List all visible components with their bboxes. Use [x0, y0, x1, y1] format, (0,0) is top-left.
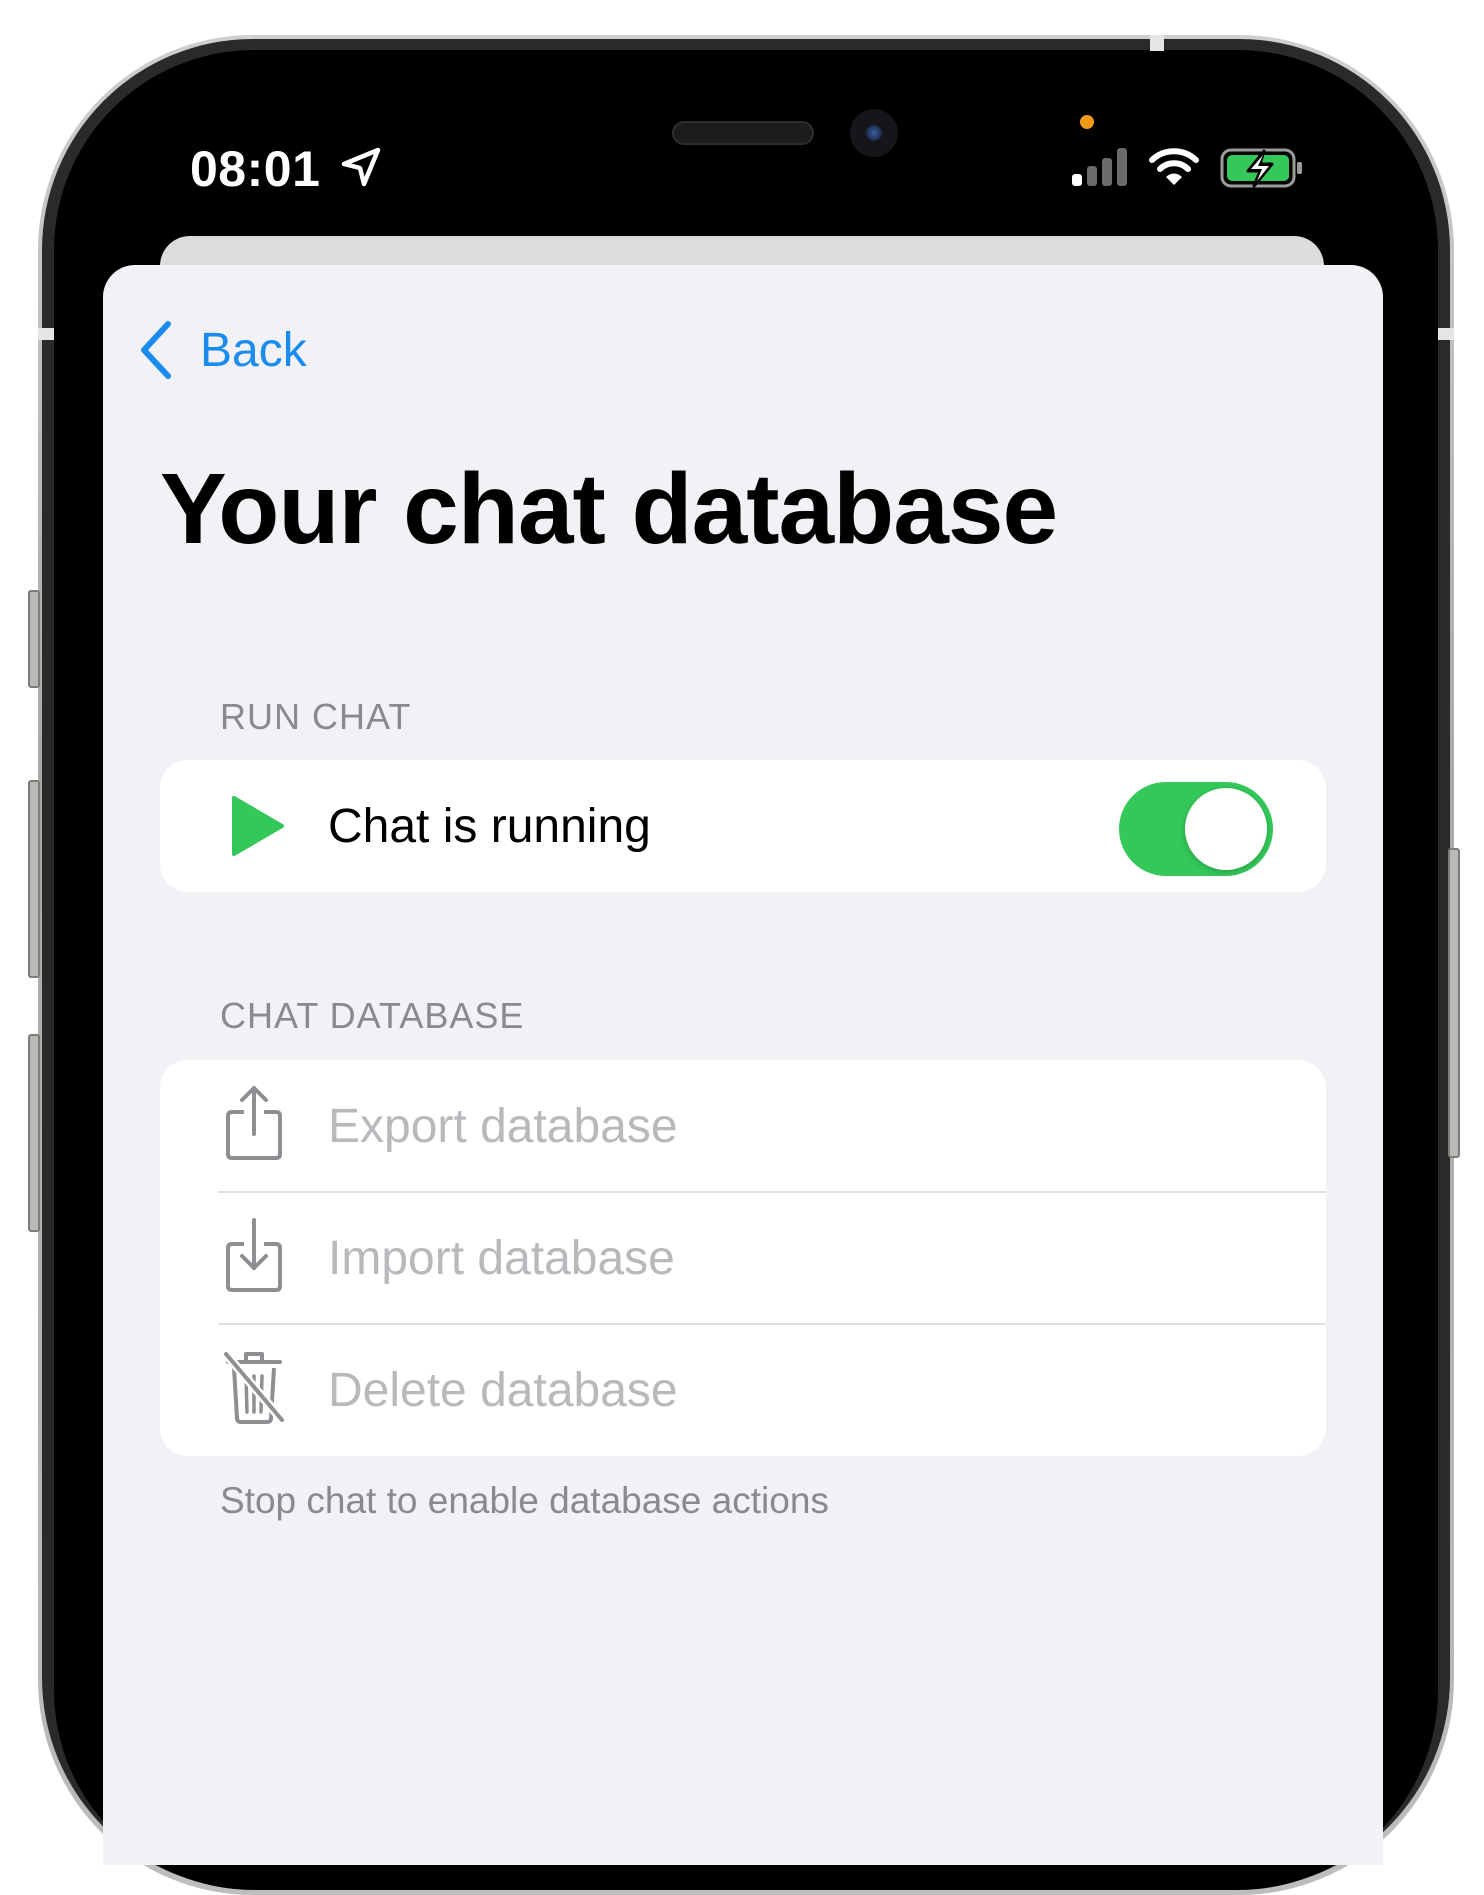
front-camera: [850, 109, 898, 157]
chat-database-card: Export database Import database Delete d…: [160, 1060, 1326, 1456]
antenna-band-right: [1438, 328, 1454, 340]
earpiece-speaker: [672, 121, 814, 145]
import-database-row[interactable]: Import database: [160, 1192, 1326, 1324]
database-actions-footer: Stop chat to enable database actions: [220, 1480, 829, 1521]
antenna-band-left: [38, 328, 54, 340]
chat-running-label: Chat is running: [328, 799, 651, 853]
volume-up-button: [28, 780, 40, 978]
section-header-chat-database: CHAT DATABASE: [220, 995, 525, 1036]
battery-charging-icon: [1220, 148, 1302, 188]
delete-database-row[interactable]: Delete database: [160, 1324, 1326, 1456]
page-title: Your chat database: [160, 453, 1058, 565]
status-time: 08:01: [190, 141, 321, 197]
trash-slash-icon: [222, 1349, 286, 1424]
back-button[interactable]: Back: [136, 318, 307, 382]
chat-running-toggle[interactable]: [1119, 782, 1273, 876]
toggle-knob: [1185, 788, 1267, 870]
back-label: Back: [200, 323, 307, 377]
chat-running-row: Chat is running: [160, 760, 1326, 892]
side-power-button: [1448, 848, 1460, 1158]
import-tray-icon: [226, 1218, 282, 1292]
play-icon: [232, 796, 284, 856]
export-database-label: Export database: [328, 1099, 678, 1153]
export-database-row[interactable]: Export database: [160, 1060, 1326, 1192]
import-database-label: Import database: [328, 1231, 675, 1285]
cellular-signal-icon: [1072, 148, 1127, 186]
share-export-icon: [226, 1086, 282, 1160]
section-header-run-chat: RUN CHAT: [220, 696, 412, 737]
antenna-band-top: [1150, 35, 1164, 51]
volume-down-button: [28, 1034, 40, 1232]
wifi-icon: [1149, 148, 1199, 185]
run-chat-card: Chat is running: [160, 760, 1326, 892]
chevron-left-icon: [141, 321, 171, 379]
mute-switch: [28, 590, 40, 688]
location-arrow-icon: [341, 147, 381, 187]
delete-database-label: Delete database: [328, 1363, 678, 1417]
mic-indicator-dot: [1080, 115, 1094, 129]
